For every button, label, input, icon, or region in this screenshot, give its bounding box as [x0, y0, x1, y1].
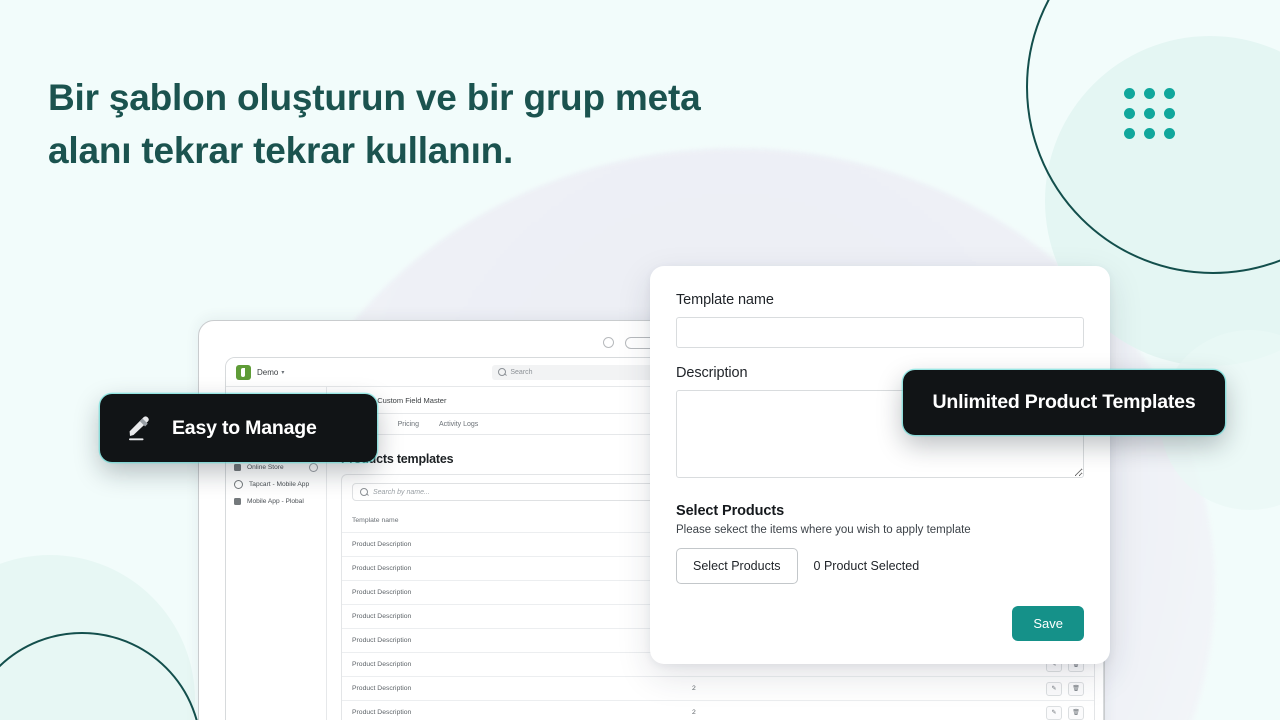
select-products-hint: Please sekect the items where you wish t… — [676, 524, 971, 536]
pencil-icon — [124, 413, 154, 443]
shopify-logo-icon — [236, 364, 251, 380]
selected-products-count: 0 Product Selected — [813, 559, 920, 573]
cell-template-name: Product Description — [352, 589, 412, 596]
select-products-heading: Select Products — [676, 503, 785, 519]
badge-unlimited-templates: Unlimited Product Templates — [903, 370, 1225, 435]
sidebar-item-label: Tapcart - Mobile App — [249, 480, 310, 488]
cell-template-name: Product Description — [352, 685, 412, 692]
camera-icon — [603, 337, 614, 348]
sidebar-item-online-store[interactable]: Online Store — [226, 461, 326, 473]
channel-icon — [234, 497, 241, 505]
delete-row-button[interactable]: 🗑 — [1068, 681, 1084, 696]
delete-row-button[interactable]: 🗑 — [1068, 705, 1084, 720]
badge-label: Easy to Manage — [172, 416, 317, 439]
channel-icon — [234, 479, 243, 489]
store-icon — [234, 463, 241, 471]
badge-label: Unlimited Product Templates — [932, 391, 1196, 413]
cell-template-name: Product Description — [352, 637, 412, 644]
cell-template-name: Product Description — [352, 613, 412, 620]
column-header-template-name: Template name — [352, 517, 399, 524]
decor-circle-outline-bottom-left — [0, 632, 202, 720]
cell-template-name: Product Description — [352, 565, 412, 572]
decor-circle-outline-top-right — [1026, 0, 1280, 274]
template-name-input[interactable] — [676, 317, 1084, 348]
promo-banner: Bir şablon oluşturun ve bir grup meta al… — [0, 0, 1280, 720]
global-search-placeholder: Search — [510, 368, 533, 376]
edit-row-button[interactable]: ✎ — [1046, 681, 1062, 696]
cell-template-name: Product Description — [352, 661, 412, 668]
cell-count: 2 — [692, 685, 696, 692]
sidebar-item-plobal[interactable]: Mobile App - Plobal — [226, 495, 326, 507]
tab-pricing[interactable]: Pricing — [398, 421, 419, 428]
template-form-card: Template name Description Select Product… — [650, 266, 1110, 664]
table-search-placeholder: Search by name... — [373, 488, 430, 496]
template-name-label: Template name — [676, 292, 774, 308]
cell-template-name: Product Description — [352, 541, 412, 548]
cell-template-name: Product Description — [352, 709, 412, 716]
table-row[interactable]: Product Description 2 ✎ 🗑 — [342, 676, 1094, 700]
dot-grid-decor-icon — [1124, 88, 1175, 139]
search-icon — [360, 488, 368, 496]
badge-easy-to-manage: Easy to Manage — [100, 394, 377, 462]
sidebar-item-tapcart[interactable]: Tapcart - Mobile App — [226, 478, 326, 490]
cell-count: 2 — [692, 709, 696, 716]
page-title: Bir şablon oluşturun ve bir grup meta al… — [48, 76, 701, 171]
search-icon — [498, 368, 507, 376]
eye-icon[interactable] — [309, 462, 318, 472]
sidebar-item-label: Mobile App - Plobal — [247, 497, 304, 505]
tab-activity-logs[interactable]: Activity Logs — [439, 421, 478, 428]
edit-row-button[interactable]: ✎ — [1046, 705, 1062, 720]
store-name[interactable]: Demo — [257, 368, 278, 377]
sidebar-item-label: Online Store — [247, 463, 284, 471]
decor-circle-mint-bottom-left — [0, 555, 195, 720]
chevron-down-icon[interactable]: ▾ — [281, 369, 284, 376]
select-products-button[interactable]: Select Products — [676, 548, 798, 584]
save-button[interactable]: Save — [1012, 606, 1084, 641]
table-row[interactable]: Product Description 2 ✎ 🗑 — [342, 700, 1094, 720]
